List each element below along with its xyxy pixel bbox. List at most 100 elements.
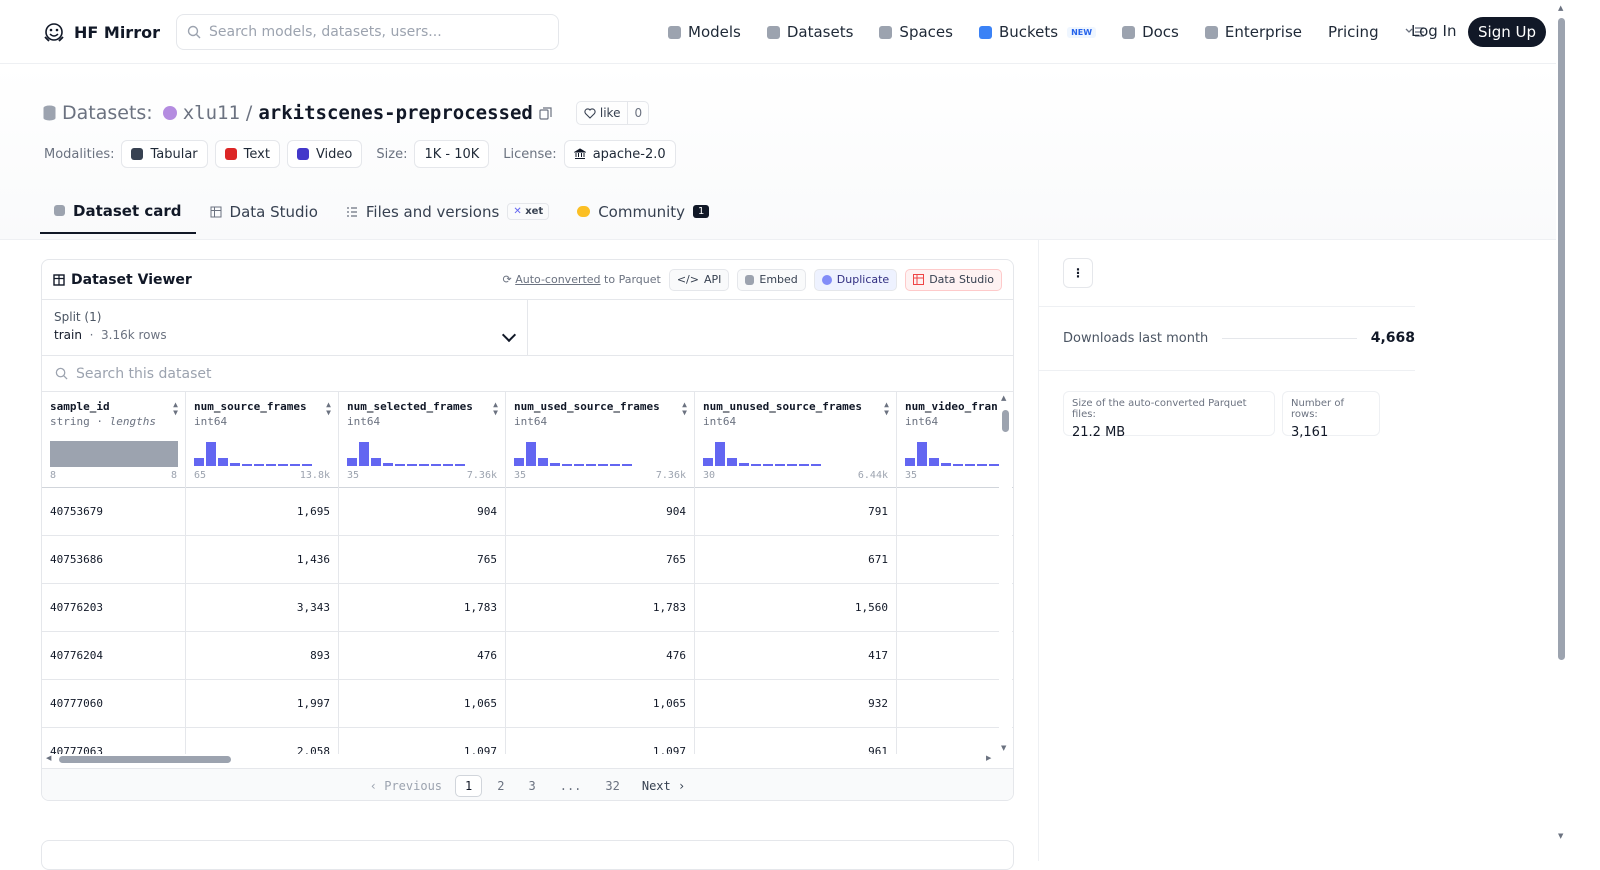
data-studio-button[interactable]: Data Studio (905, 268, 1002, 291)
login-link[interactable]: Log In (1411, 22, 1457, 40)
table-cell[interactable] (897, 584, 1013, 632)
nav-datasets[interactable]: Datasets (766, 23, 853, 41)
table-cell[interactable] (897, 632, 1013, 680)
previous-button[interactable]: ‹ Previous (370, 779, 442, 793)
table-cell[interactable]: 40776204 (42, 632, 185, 680)
tab-dataset-card[interactable]: Dataset card (40, 189, 196, 234)
auto-converted-link[interactable]: Auto-converted (515, 273, 600, 286)
table-cell[interactable]: 765 (506, 536, 694, 584)
scroll-right-icon[interactable]: ▶ (986, 754, 991, 762)
scroll-up-icon[interactable]: ▲ (1558, 4, 1563, 12)
scroll-thumb[interactable] (1558, 18, 1565, 660)
tab-files-versions[interactable]: Files and versions ✕ xet (332, 189, 563, 234)
page-button-3[interactable]: 3 (519, 776, 544, 796)
copy-icon[interactable] (539, 106, 552, 120)
column-name: num_source_frames (194, 400, 307, 413)
modality-text[interactable]: Text (214, 140, 280, 168)
api-button[interactable]: </> API (668, 268, 730, 291)
table-cell[interactable]: 1,783 (506, 584, 694, 632)
page-button-1[interactable]: 1 (455, 774, 483, 797)
vertical-scrollbar[interactable]: ▲ ▼ (999, 392, 1012, 754)
modality-video[interactable]: Video (286, 140, 363, 168)
table-cell[interactable]: 904 (506, 488, 694, 536)
table-cell[interactable]: 932 (695, 680, 896, 728)
histogram[interactable] (514, 442, 632, 466)
column-header[interactable]: num_unused_source_frames int64 ▲ ▼ 30 6.44k (695, 392, 896, 488)
sort-icon[interactable]: ▲ ▼ (326, 401, 331, 417)
page-button-32[interactable]: 32 (596, 776, 628, 796)
table-cell[interactable]: 40777060 (42, 680, 185, 728)
table-cell[interactable] (897, 680, 1013, 728)
more-options-button[interactable]: ⋮ (1063, 258, 1093, 288)
table-cell[interactable]: 1,783 (339, 584, 505, 632)
table-cell[interactable]: 476 (339, 632, 505, 680)
global-search-input[interactable]: Search models, datasets, users... (176, 14, 559, 50)
size-chip[interactable]: 1K - 10K (414, 140, 490, 168)
table-cell[interactable]: 3,343 (186, 584, 338, 632)
table-cell[interactable]: 1,436 (186, 536, 338, 584)
next-button[interactable]: Next › (642, 779, 685, 793)
table-cell[interactable]: 791 (695, 488, 896, 536)
horizontal-scrollbar[interactable]: ◀ ▶ (42, 751, 1002, 765)
table-cell[interactable]: 417 (695, 632, 896, 680)
repo-name[interactable]: arkitscenes-preprocessed (258, 102, 533, 124)
owner-name[interactable]: xlu11 (183, 102, 240, 124)
table-cell[interactable]: 476 (506, 632, 694, 680)
tab-data-studio[interactable]: Data Studio (196, 189, 332, 234)
nav-spaces[interactable]: Spaces (879, 23, 953, 41)
table-cell[interactable]: 1,695 (186, 488, 338, 536)
nav-enterprise[interactable]: Enterprise (1204, 23, 1302, 41)
table-cell[interactable] (897, 536, 1013, 584)
scroll-thumb[interactable] (59, 756, 231, 763)
dataset-viewer: Dataset Viewer ⟳ Auto-converted to Parqu… (41, 259, 1014, 801)
histogram[interactable] (905, 442, 1013, 466)
brand-logo[interactable]: HF Mirror (42, 20, 160, 44)
sort-icon[interactable]: ▲ ▼ (682, 401, 687, 417)
table-cell[interactable]: 1,065 (506, 680, 694, 728)
table-cell[interactable]: 765 (339, 536, 505, 584)
embed-button[interactable]: Embed (737, 268, 806, 291)
table-cell[interactable]: 1,065 (339, 680, 505, 728)
scroll-down-icon[interactable]: ▼ (1558, 832, 1563, 840)
datasets-prefix[interactable]: Datasets: (62, 102, 153, 124)
table-cell[interactable]: 1,997 (186, 680, 338, 728)
sort-icon[interactable]: ▲ ▼ (884, 401, 889, 417)
table-cell[interactable]: 40753679 (42, 488, 185, 536)
page-button-2[interactable]: 2 (488, 776, 513, 796)
table-cell[interactable] (897, 488, 1013, 536)
column-header[interactable]: num_selected_frames int64 ▲ ▼ 35 7.36k (339, 392, 505, 488)
column-header[interactable]: sample_id string · lengths ▲ ▼ 8 8 (42, 392, 185, 488)
modality-tabular[interactable]: Tabular (121, 140, 208, 168)
nav-docs[interactable]: Docs (1122, 23, 1179, 41)
type-label: int64 (905, 415, 939, 428)
table-cell[interactable]: 40776203 (42, 584, 185, 632)
scroll-left-icon[interactable]: ◀ (46, 754, 51, 762)
chip-label: Video (315, 146, 353, 162)
like-button[interactable]: like 0 (575, 101, 650, 125)
nav-pricing[interactable]: Pricing (1328, 23, 1379, 41)
split-select[interactable]: Split (1) train · 3.16k rows (42, 300, 528, 355)
nav-models[interactable]: Models (668, 23, 741, 41)
dataset-search-input[interactable]: Search this dataset (42, 356, 1013, 392)
license-chip[interactable]: apache-2.0 (563, 140, 676, 168)
table-cell[interactable]: 893 (186, 632, 338, 680)
tab-community[interactable]: Community 1 (563, 189, 723, 234)
duplicate-button[interactable]: Duplicate (813, 268, 898, 291)
signup-button[interactable]: Sign Up (1468, 17, 1546, 47)
table-cell[interactable]: 904 (339, 488, 505, 536)
scroll-thumb[interactable] (1002, 410, 1009, 432)
table-cell[interactable]: 40753686 (42, 536, 185, 584)
table-cell[interactable]: 1,560 (695, 584, 896, 632)
nav-buckets[interactable]: Buckets NEW (978, 23, 1097, 41)
histogram[interactable] (194, 442, 312, 466)
histogram[interactable] (703, 442, 821, 466)
column-header[interactable]: num_video_fran int64 357 (897, 392, 1013, 488)
table-cell[interactable]: 671 (695, 536, 896, 584)
sort-icon[interactable]: ▲ ▼ (173, 401, 178, 417)
histogram[interactable] (347, 442, 465, 466)
column-header[interactable]: num_source_frames int64 ▲ ▼ 65 13.8k (186, 392, 338, 488)
scroll-up-icon[interactable]: ▲ (1001, 394, 1006, 402)
column-header[interactable]: num_used_source_frames int64 ▲ ▼ 35 7.36k (506, 392, 694, 488)
page-scrollbar[interactable]: ▲ ▼ (1556, 0, 1568, 861)
sort-icon[interactable]: ▲ ▼ (493, 401, 498, 417)
